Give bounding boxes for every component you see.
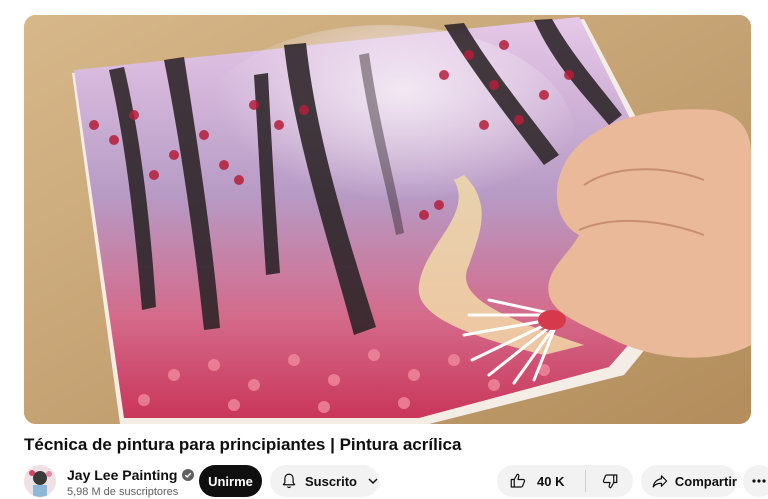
channel-name[interactable]: Jay Lee Painting bbox=[67, 466, 195, 484]
share-button[interactable]: Compartir bbox=[641, 465, 737, 497]
channel-name-text: Jay Lee Painting bbox=[67, 467, 178, 483]
subscribed-button[interactable]: Suscrito bbox=[270, 465, 379, 497]
like-count: 40 K bbox=[537, 473, 565, 489]
video-title: Técnica de pintura para principiantes | … bbox=[24, 435, 462, 454]
owner-row: Jay Lee Painting 5,98 M de suscriptores … bbox=[24, 463, 768, 499]
more-horizontal-icon bbox=[752, 479, 766, 483]
bell-icon bbox=[282, 473, 296, 489]
subscriber-count: 5,98 M de suscriptores bbox=[67, 486, 179, 498]
share-icon bbox=[652, 475, 668, 488]
thumbs-up-icon bbox=[510, 473, 526, 488]
thumbs-down-icon bbox=[602, 474, 617, 489]
share-label: Compartir bbox=[674, 473, 737, 489]
avatar-image bbox=[24, 465, 56, 497]
more-actions-button[interactable] bbox=[743, 465, 768, 497]
dislike-button[interactable] bbox=[586, 465, 633, 497]
like-button[interactable]: 40 K bbox=[497, 465, 585, 497]
video-frame bbox=[24, 15, 751, 424]
video-player[interactable] bbox=[24, 15, 751, 424]
channel-avatar[interactable] bbox=[24, 465, 56, 497]
like-dislike-group: 40 K bbox=[497, 465, 633, 497]
verified-check-icon bbox=[182, 469, 195, 481]
join-button[interactable]: Unirme bbox=[199, 465, 262, 497]
subscribed-label: Suscrito bbox=[304, 473, 357, 489]
chevron-down-icon bbox=[368, 478, 378, 485]
